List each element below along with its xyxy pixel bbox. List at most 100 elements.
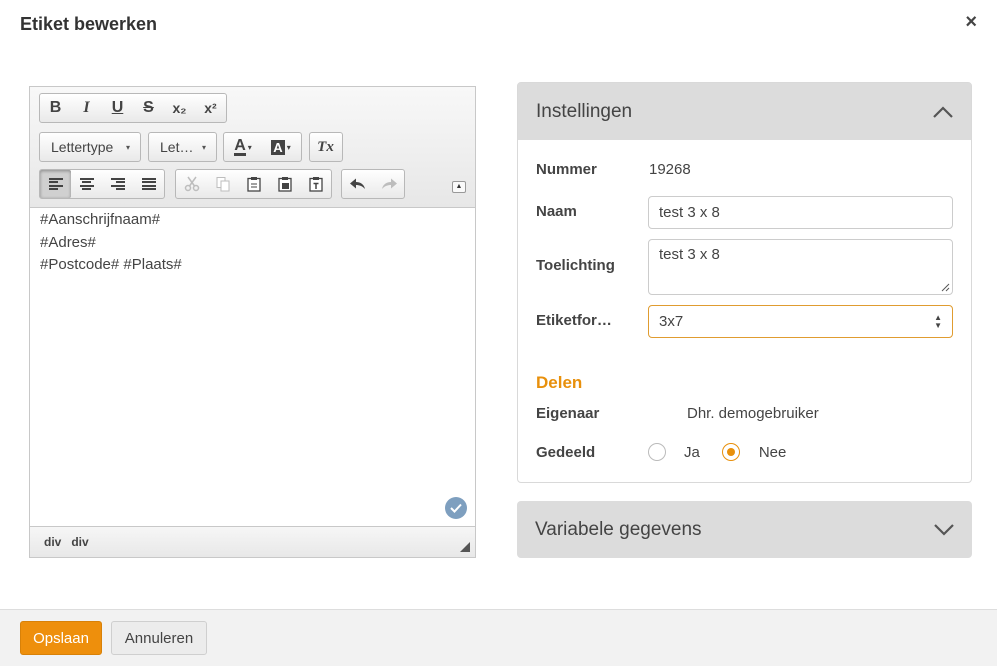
italic-icon: I bbox=[83, 99, 90, 116]
bold-icon: B bbox=[49, 99, 62, 116]
etiketformaat-label: Etiketfor… bbox=[536, 312, 612, 329]
strikethrough-button[interactable]: S bbox=[133, 94, 164, 122]
bold-button[interactable]: B bbox=[40, 94, 71, 122]
scissors-icon bbox=[184, 176, 199, 192]
collapse-icon: ▲ bbox=[455, 183, 463, 190]
copy-button[interactable] bbox=[207, 170, 238, 198]
save-button[interactable]: Opslaan bbox=[20, 621, 102, 655]
font-family-label: Lettertype bbox=[51, 139, 114, 155]
settings-panel: Instellingen Nummer 19268 Naam test 3 x … bbox=[517, 82, 972, 483]
align-justify-button[interactable] bbox=[133, 170, 164, 198]
chevron-down-icon: ▾ bbox=[201, 142, 206, 152]
redo-button[interactable] bbox=[373, 170, 404, 198]
undo-button[interactable] bbox=[342, 170, 373, 198]
paste-word-icon bbox=[277, 177, 292, 192]
gedeeld-label: Gedeeld bbox=[536, 443, 596, 461]
etiketformaat-select[interactable]: 3x7 ▲ ▼ bbox=[648, 305, 953, 338]
settings-panel-title: Instellingen bbox=[536, 100, 633, 122]
superscript-button[interactable]: x² bbox=[195, 94, 226, 122]
superscript-icon: x² bbox=[204, 100, 217, 116]
toelichting-label-row: Toelichting bbox=[536, 257, 632, 274]
gedeeld-nee-label[interactable]: Nee bbox=[759, 444, 787, 461]
gedeeld-ja-label[interactable]: Ja bbox=[684, 444, 700, 461]
paste-text-icon bbox=[308, 177, 323, 192]
textarea-resize-icon[interactable] bbox=[941, 283, 950, 292]
colors-group: A ▾ A ▾ bbox=[223, 132, 302, 162]
toelichting-textarea[interactable]: test 3 x 8 bbox=[648, 239, 953, 295]
remove-format-button[interactable]: Tx bbox=[310, 133, 341, 161]
select-arrows-icon: ▲ ▼ bbox=[934, 312, 942, 330]
editor-toolbar: B I U S x₂ x² Lettertype ▾ Let… ▾ A ▾ A … bbox=[30, 87, 475, 208]
nummer-row: Nummer 19268 bbox=[536, 161, 691, 178]
underline-button[interactable]: U bbox=[102, 94, 133, 122]
content-line: #Aanschrijfnaam# bbox=[40, 211, 161, 228]
toelichting-textarea-value: test 3 x 8 bbox=[659, 246, 720, 263]
check-icon bbox=[450, 503, 462, 513]
background-color-icon: A ▾ bbox=[271, 139, 291, 155]
font-size-label: Let… bbox=[160, 139, 194, 155]
subscript-icon: x₂ bbox=[172, 100, 187, 116]
variabele-gegevens-panel: Variabele gegevens bbox=[517, 501, 972, 558]
toelichting-label: Toelichting bbox=[536, 257, 615, 274]
delen-section-title: Delen bbox=[536, 373, 583, 392]
editor-content[interactable]: #Aanschrijfnaam# #Adres# #Postcode# #Pla… bbox=[30, 208, 475, 527]
element-path-item[interactable]: div bbox=[71, 535, 88, 549]
font-family-dropdown[interactable]: Lettertype ▾ bbox=[40, 133, 140, 161]
content-line: #Postcode# #Plaats# bbox=[40, 256, 182, 273]
cut-button[interactable] bbox=[176, 170, 207, 198]
undo-icon bbox=[349, 178, 365, 189]
settings-panel-header[interactable]: Instellingen bbox=[518, 83, 971, 140]
align-right-button[interactable] bbox=[102, 170, 133, 198]
gedeeld-nee-radio[interactable] bbox=[721, 443, 740, 461]
strikethrough-icon: S bbox=[143, 99, 154, 116]
naam-input[interactable]: test 3 x 8 bbox=[648, 196, 953, 229]
font-family-group: Lettertype ▾ bbox=[39, 132, 141, 162]
resize-handle-icon[interactable] bbox=[460, 542, 470, 552]
variabele-gegevens-title: Variabele gegevens bbox=[535, 518, 702, 540]
eigenaar-value: Dhr. demogebruiker bbox=[687, 405, 819, 422]
paste-as-text-button[interactable] bbox=[300, 170, 331, 198]
dialog-footer: Opslaan Annuleren bbox=[0, 609, 997, 666]
close-icon[interactable]: × bbox=[965, 12, 977, 32]
content-line: #Adres# bbox=[40, 233, 96, 251]
copy-icon bbox=[216, 177, 229, 192]
paste-icon bbox=[246, 177, 261, 192]
text-color-icon: A ▾ bbox=[234, 136, 252, 156]
chevron-up-icon[interactable] bbox=[933, 102, 953, 122]
eigenaar-label: Eigenaar bbox=[536, 405, 600, 422]
etiketformaat-select-value: 3x7 bbox=[659, 313, 684, 330]
font-size-dropdown[interactable]: Let… ▾ bbox=[149, 133, 216, 161]
cancel-button[interactable]: Annuleren bbox=[111, 621, 207, 655]
gedeeld-ja-radio[interactable] bbox=[648, 443, 666, 461]
align-center-button[interactable] bbox=[71, 170, 102, 198]
eigenaar-row: Eigenaar Dhr. demogebruiker bbox=[536, 405, 819, 422]
spellcheck-badge-icon[interactable] bbox=[445, 497, 467, 519]
alignment-group bbox=[39, 169, 165, 199]
undo-redo-group bbox=[341, 169, 405, 199]
underline-icon: U bbox=[111, 99, 124, 116]
align-center-icon bbox=[79, 178, 94, 190]
italic-button[interactable]: I bbox=[71, 94, 102, 122]
paste-from-word-button[interactable] bbox=[269, 170, 300, 198]
gedeeld-row: Gedeeld Ja Nee bbox=[536, 443, 786, 461]
rich-text-editor: B I U S x₂ x² Lettertype ▾ Let… ▾ A ▾ A … bbox=[29, 86, 476, 558]
chevron-down-icon: ▾ bbox=[125, 142, 130, 152]
nummer-value: 19268 bbox=[649, 161, 691, 178]
naam-input-value: test 3 x 8 bbox=[659, 204, 720, 221]
naam-label: Naam bbox=[536, 203, 577, 220]
collapse-toolbar-button[interactable]: ▲ bbox=[452, 181, 466, 193]
paste-button[interactable] bbox=[238, 170, 269, 198]
chevron-down-icon[interactable] bbox=[934, 520, 954, 540]
subscript-button[interactable]: x₂ bbox=[164, 94, 195, 122]
element-path-item[interactable]: div bbox=[44, 535, 61, 549]
naam-label-row: Naam bbox=[536, 203, 632, 220]
align-justify-icon bbox=[141, 178, 156, 190]
variabele-gegevens-header[interactable]: Variabele gegevens bbox=[517, 501, 972, 558]
align-left-button[interactable] bbox=[40, 170, 71, 198]
clipboard-group bbox=[175, 169, 332, 199]
element-path-bar: div div bbox=[30, 526, 475, 557]
remove-format-group: Tx bbox=[309, 132, 343, 162]
background-color-button[interactable]: A ▾ bbox=[262, 133, 300, 161]
dialog-title: Etiket bewerken bbox=[20, 14, 158, 34]
text-color-button[interactable]: A ▾ bbox=[224, 133, 262, 161]
